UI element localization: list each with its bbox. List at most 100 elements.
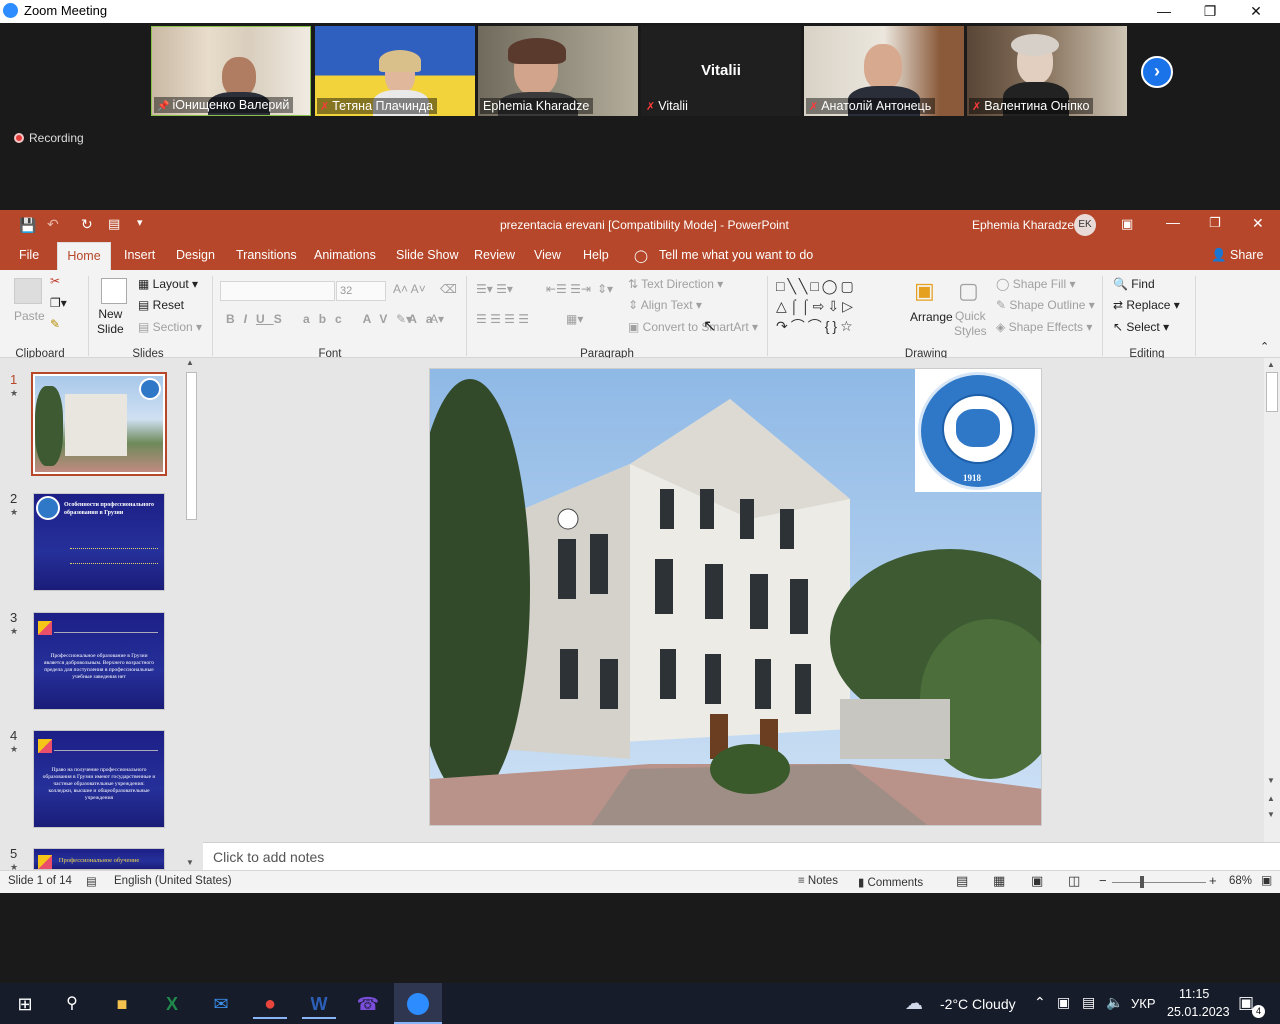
slide-scrollbar[interactable]: ▲ ▼ ▲ ▼ (1264, 358, 1280, 842)
shape-fill-button[interactable]: ◯ Shape Fill ▾ (996, 277, 1076, 291)
show-hidden-icons[interactable]: ⌃ (1034, 994, 1046, 1011)
align-text-button[interactable]: ⇕ Align Text ▾ (628, 298, 702, 312)
notes-placeholder[interactable]: Click to add notes (213, 849, 324, 865)
slide-thumbnail-3[interactable]: Профессиональное образование в Грузии яв… (33, 612, 165, 710)
participant-tile[interactable]: 📌 іОнищенко Валерий (151, 26, 311, 116)
tab-animations[interactable]: Animations (314, 248, 376, 262)
zoom-out-icon[interactable]: − (1099, 873, 1107, 888)
next-page-button[interactable]: › (1141, 56, 1173, 88)
tell-me-search[interactable]: Tell me what you want to do (659, 248, 813, 262)
chrome-icon[interactable]: ● (253, 989, 287, 1019)
reset-button[interactable]: ▤ Reset (138, 298, 184, 312)
undo-icon[interactable]: ↶ (47, 216, 59, 233)
tab-review[interactable]: Review (474, 248, 515, 262)
scroll-down-icon[interactable]: ▼ (186, 858, 194, 867)
notes-button[interactable]: ≡ Notes (798, 875, 838, 887)
zoom-slider[interactable] (1112, 882, 1206, 883)
tab-slide-show[interactable]: Slide Show (396, 248, 459, 262)
weather-icon[interactable]: ☁ (905, 993, 923, 1014)
share-button[interactable]: 👤 Share (1211, 248, 1263, 263)
file-explorer-icon[interactable]: ■ (105, 989, 139, 1019)
tab-file[interactable]: File (19, 248, 39, 262)
tab-help[interactable]: Help (583, 248, 609, 262)
quick-styles-icon[interactable]: ▢ (958, 278, 979, 304)
slide-sorter-icon[interactable]: ▦ (993, 873, 1005, 889)
recording-indicator[interactable]: Recording (14, 131, 84, 145)
network-icon[interactable]: ▤ (1082, 994, 1095, 1011)
slide-thumbnail-4[interactable]: Право на получение профессионального обр… (33, 730, 165, 828)
columns-icon[interactable]: ▦▾ (566, 312, 583, 326)
thumbnail-scrollbar[interactable]: ▲ ▼ (185, 358, 198, 870)
restore-button[interactable]: ❐ (1187, 0, 1233, 23)
replace-button[interactable]: ⇄ Replace ▾ (1113, 298, 1180, 312)
notes-pane[interactable]: Click to add notes (203, 842, 1280, 870)
zoom-taskbar-icon[interactable] (394, 983, 442, 1024)
alignment-icons[interactable]: ☰ ☰ ☰ ☰ (476, 312, 529, 326)
clear-formatting-icon[interactable]: ⌫ (440, 282, 457, 296)
arrange-icon[interactable]: ▣ (914, 278, 935, 304)
reading-view-icon[interactable]: ▣ (1031, 873, 1043, 889)
ppt-minimize-button[interactable]: — (1166, 214, 1180, 230)
scroll-up-icon[interactable]: ▲ (186, 358, 194, 367)
close-button[interactable]: ✕ (1233, 0, 1279, 23)
indent-icons[interactable]: ⇤☰ ☰⇥ (546, 282, 591, 296)
participant-tile[interactable]: ✗ Анатолій Антонець (804, 26, 964, 116)
normal-view-icon[interactable]: ▤ (956, 873, 968, 889)
ppt-restore-button[interactable]: ❐ (1209, 215, 1221, 231)
tab-insert[interactable]: Insert (124, 248, 155, 262)
tab-design[interactable]: Design (176, 248, 215, 262)
viber-icon[interactable]: ☎ (351, 989, 385, 1019)
slide-thumbnail-5[interactable]: Профессиональное обучение (33, 848, 165, 870)
font-size-box[interactable]: 32 (336, 281, 386, 301)
bullets-icon[interactable]: ☰▾ ☰▾ (476, 282, 513, 296)
tab-home[interactable]: Home (57, 242, 111, 270)
zoom-in-icon[interactable]: + (1209, 873, 1217, 888)
user-name[interactable]: Ephemia Kharadze (972, 218, 1074, 232)
start-from-beginning-icon[interactable]: ▤ (108, 216, 120, 232)
spelling-icon[interactable]: ▤ (86, 874, 97, 888)
highlight-icon[interactable]: ✎▾ (396, 312, 412, 326)
clock-date[interactable]: 25.01.2023 (1167, 1005, 1230, 1019)
font-color-icon[interactable]: A▾ (430, 312, 444, 326)
fit-slide-icon[interactable]: ▣ (1261, 873, 1272, 887)
mail-icon[interactable]: ✉ (204, 989, 238, 1019)
current-slide[interactable]: 1918 (429, 368, 1042, 826)
search-icon[interactable]: ⚲ (55, 989, 89, 1019)
cut-icon[interactable]: ✂ (50, 274, 60, 288)
scroll-thumb[interactable] (186, 372, 197, 520)
language-status[interactable]: English (United States) (114, 875, 232, 887)
layout-button[interactable]: ▦ Layout ▾ (138, 277, 198, 291)
language-indicator[interactable]: УКР (1131, 996, 1156, 1011)
ribbon-display-options-icon[interactable]: ▣ (1121, 216, 1133, 232)
volume-icon[interactable]: 🔈 (1106, 994, 1123, 1011)
zoom-slider-thumb[interactable] (1140, 876, 1144, 888)
scroll-down-icon[interactable]: ▼ (1267, 776, 1275, 785)
section-button[interactable]: ▤ Section ▾ (138, 320, 202, 334)
participant-tile[interactable]: ✗ Валентина Онiпко (967, 26, 1127, 116)
find-button[interactable]: 🔍 Find (1113, 277, 1155, 291)
save-icon[interactable]: 💾 (19, 217, 36, 234)
slideshow-view-icon[interactable]: ◫ (1068, 873, 1080, 889)
scroll-up-icon[interactable]: ▲ (1267, 360, 1275, 369)
zoom-level[interactable]: 68% (1229, 875, 1252, 887)
new-slide-button[interactable]: New Slide (97, 307, 124, 337)
quick-styles-button[interactable]: Quick Styles (954, 309, 987, 339)
clock-time[interactable]: 11:15 (1179, 987, 1209, 1001)
slide-thumbnail-2[interactable]: Особенности профессионального образовани… (33, 493, 165, 591)
format-painter-icon[interactable]: ✎ (50, 317, 60, 331)
meet-now-icon[interactable]: ▣ (1057, 994, 1070, 1011)
weather-text[interactable]: -2°C Cloudy (940, 996, 1016, 1012)
participant-tile[interactable]: Ephemia Kharadze (478, 26, 638, 116)
collapse-ribbon-icon[interactable]: ⌃ (1260, 340, 1269, 353)
redo-icon[interactable]: ↻ (81, 216, 93, 233)
new-slide-icon[interactable] (101, 278, 127, 304)
ppt-close-button[interactable]: ✕ (1252, 215, 1264, 232)
tab-view[interactable]: View (534, 248, 561, 262)
paste-button[interactable]: Paste (14, 309, 45, 323)
participant-tile[interactable]: Vitalii ✗ Vitalii (641, 26, 801, 116)
word-icon[interactable]: W (302, 989, 336, 1019)
shape-effects-button[interactable]: ◈ Shape Effects ▾ (996, 320, 1092, 334)
convert-smartart-button[interactable]: ▣ Convert to SmartArt ▾ (628, 320, 758, 334)
tab-transitions[interactable]: Transitions (236, 248, 297, 262)
text-direction-button[interactable]: ⇅ Text Direction ▾ (628, 277, 723, 291)
